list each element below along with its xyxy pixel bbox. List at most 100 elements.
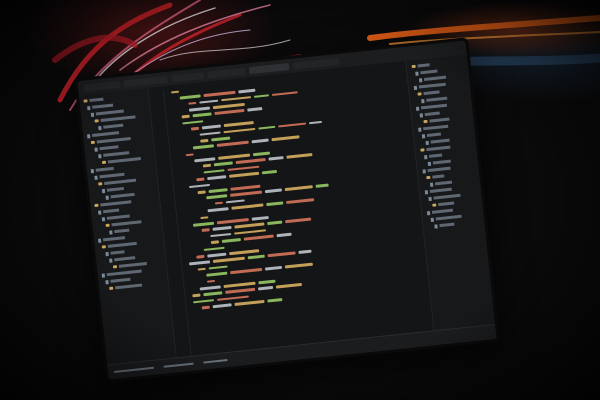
folder-icon: [101, 245, 106, 249]
code-token: [192, 293, 201, 298]
code-lines: [153, 65, 429, 314]
code-token: [268, 156, 284, 161]
tree-item-label: [103, 208, 120, 213]
folder-icon: [423, 119, 428, 124]
tree-item-label: [420, 69, 438, 75]
file-icon: [427, 161, 432, 166]
file-icon: [101, 188, 106, 193]
code-token: [267, 298, 283, 303]
code-token: [200, 215, 209, 220]
file-icon: [105, 195, 109, 200]
tree-item-label: [429, 117, 450, 123]
tree-item-label: [92, 103, 114, 109]
tree-item-label: [431, 208, 454, 214]
file-icon: [429, 182, 434, 187]
folder-icon: [109, 286, 114, 291]
code-token: [201, 305, 210, 310]
code-token: [315, 183, 329, 188]
file-icon: [90, 112, 95, 117]
code-token: [181, 115, 190, 119]
file-icon: [422, 168, 426, 174]
tree-item-label: [95, 167, 114, 172]
code-token: [264, 188, 283, 194]
folder-icon: [432, 203, 437, 207]
file-icon: [421, 133, 426, 138]
folder-icon: [411, 64, 416, 69]
code-token: [201, 228, 210, 233]
code-token: [247, 107, 263, 112]
tree-item-label: [430, 138, 450, 144]
code-token: [200, 138, 209, 143]
tree-item-label: [99, 145, 119, 150]
file-icon: [415, 71, 419, 76]
file-icon: [87, 105, 91, 110]
code-token: [214, 201, 224, 205]
editor-tab[interactable]: [123, 75, 168, 87]
folder-icon: [112, 265, 118, 269]
code-token: [197, 267, 206, 271]
code-token: [258, 279, 276, 284]
code-editor-pane: [148, 60, 434, 359]
file-icon: [423, 154, 428, 159]
tree-item-label: [103, 123, 124, 129]
folder-icon: [105, 223, 110, 228]
folder-icon: [94, 119, 99, 123]
folder-icon: [83, 99, 88, 103]
file-icon: [418, 127, 422, 132]
code-token: [257, 286, 274, 291]
folder-icon: [420, 148, 425, 152]
code-token: [267, 220, 283, 226]
code-token: [170, 90, 180, 94]
tree-item-label: [426, 96, 448, 102]
tree-item-label: [115, 283, 143, 290]
file-icon: [419, 112, 424, 118]
tree-item-label: [106, 187, 124, 192]
editor-tab[interactable]: [248, 62, 290, 74]
code-token: [210, 240, 220, 244]
tree-item-label: [110, 250, 125, 255]
file-icon: [428, 196, 432, 201]
tree-item-label: [432, 159, 451, 165]
editor-tab[interactable]: [207, 67, 246, 79]
tree-item-label: [114, 256, 136, 262]
file-icon: [424, 189, 429, 194]
file-icon: [101, 216, 106, 221]
file-icon: [94, 146, 98, 152]
folder-icon: [417, 92, 422, 96]
file-icon: [421, 98, 425, 103]
file-icon: [86, 133, 91, 138]
file-icon: [430, 217, 434, 222]
file-icon: [415, 106, 420, 111]
tree-item-label: [423, 90, 440, 95]
file-icon: [94, 175, 98, 180]
code-token: [264, 265, 283, 271]
status-item: [163, 362, 194, 368]
code-token: [238, 88, 256, 94]
code-token: [251, 215, 269, 221]
code-token: [258, 125, 276, 130]
status-item: [113, 366, 154, 374]
editor-tab[interactable]: [171, 71, 204, 82]
code-token: [252, 151, 271, 156]
tree-item-label: [429, 153, 443, 158]
folder-icon: [98, 182, 103, 186]
code-token: [197, 190, 206, 194]
code-token: [276, 232, 292, 237]
code-token: [188, 101, 197, 105]
photo-scene: [0, 0, 600, 400]
tree-item-label: [424, 111, 440, 116]
code-token: [247, 254, 265, 260]
file-icon: [98, 125, 102, 130]
editor-tab[interactable]: [292, 57, 340, 70]
status-item: [203, 358, 228, 364]
file-icon: [426, 210, 431, 215]
file-icon: [109, 258, 113, 263]
folder-icon: [94, 203, 99, 208]
folder-icon: [426, 175, 431, 180]
file-icon: [418, 77, 423, 82]
editor-tab[interactable]: [83, 80, 121, 92]
code-token: [298, 250, 312, 254]
code-token: [190, 126, 200, 131]
tree-item-label: [110, 278, 131, 283]
tree-item-label: [417, 63, 430, 68]
